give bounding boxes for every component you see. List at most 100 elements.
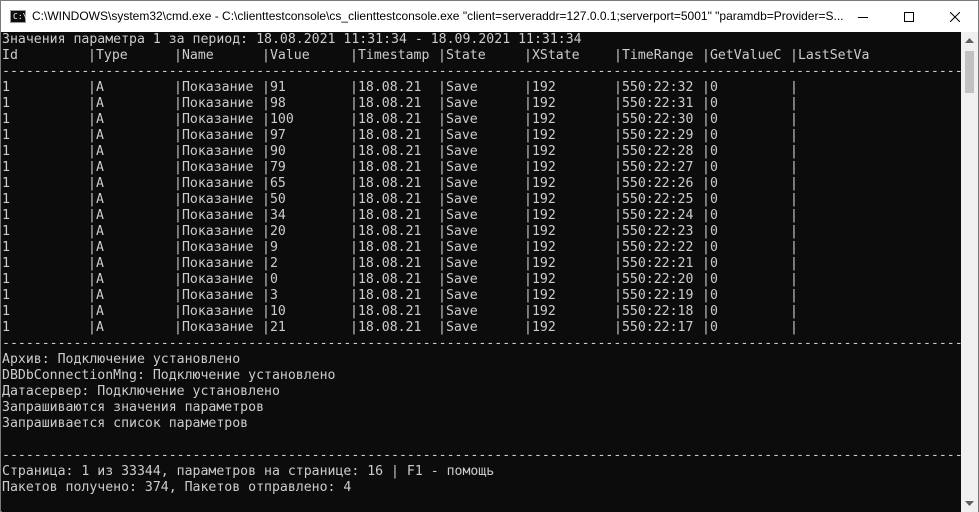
table-cell-3: |2: [262, 256, 278, 271]
table-cell-0: 1: [2, 144, 10, 159]
table-cell-5: |Save: [438, 176, 478, 191]
divider: ----------------------------------------…: [2, 336, 961, 351]
column-header-6: |XState: [524, 48, 580, 63]
table-cell-4: |18.08.21: [350, 288, 422, 303]
table-cell-8: |0: [702, 240, 718, 255]
table-cell-8: |0: [702, 96, 718, 111]
table-cell-0: 1: [2, 304, 10, 319]
column-header-1: |Type: [88, 48, 128, 63]
table-cell-5: |Save: [438, 208, 478, 223]
arrow-up-icon: [965, 38, 974, 43]
table-cell-6: |192: [524, 112, 556, 127]
table-cell-6: |192: [524, 224, 556, 239]
table-cell-7: |550:22:26: [614, 176, 694, 191]
vertical-scrollbar[interactable]: [961, 32, 978, 512]
table-cell-2: |Показание: [174, 320, 254, 335]
table-cell-3: |79: [262, 160, 286, 175]
table-cell-2: |Показание: [174, 176, 254, 191]
table-cell-0: 1: [2, 240, 10, 255]
table-cell-1: |A: [88, 96, 104, 111]
table-cell-6: |192: [524, 128, 556, 143]
table-cell-1: |A: [88, 320, 104, 335]
table-cell-5: |Save: [438, 288, 478, 303]
table-cell-2: |Показание: [174, 288, 254, 303]
column-header-2: |Name: [174, 48, 214, 63]
table-cell-8: |0: [702, 112, 718, 127]
table-cell-5: |Save: [438, 128, 478, 143]
table-cell-3: |21: [262, 320, 286, 335]
scroll-down-button[interactable]: [961, 495, 978, 512]
table-cell-5: |Save: [438, 224, 478, 239]
minimize-icon: [858, 16, 868, 18]
table-cell-2: |Показание: [174, 256, 254, 271]
close-button[interactable]: [932, 1, 978, 32]
table-cell-7: |550:22:18: [614, 304, 694, 319]
table-cell-4: |18.08.21: [350, 256, 422, 271]
table-cell-4: |18.08.21: [350, 304, 422, 319]
table-cell-0: 1: [2, 256, 10, 271]
table-cell-2: |Показание: [174, 160, 254, 175]
table-cell-3: |9: [262, 240, 278, 255]
title-bar[interactable]: C:\ C:\WINDOWS\system32\cmd.exe - C:\cli…: [1, 1, 978, 32]
table-cell-3: |100: [262, 112, 294, 127]
table-cell-2: |Показание: [174, 240, 254, 255]
table-cell-8: |0: [702, 224, 718, 239]
period-heading: Значения параметра 1 за период: 18.08.20…: [2, 32, 582, 47]
table-cell-2: |Показание: [174, 112, 254, 127]
console-window: C:\ C:\WINDOWS\system32\cmd.exe - C:\cli…: [0, 0, 979, 512]
table-cell-4: |18.08.21: [350, 240, 422, 255]
table-cell-1: |A: [88, 208, 104, 223]
table-cell-9: |: [790, 224, 798, 239]
table-cell-0: 1: [2, 272, 10, 287]
table-cell-8: |0: [702, 160, 718, 175]
table-cell-7: |550:22:22: [614, 240, 694, 255]
table-cell-2: |Показание: [174, 192, 254, 207]
table-cell-5: |Save: [438, 80, 478, 95]
table-cell-3: |97: [262, 128, 286, 143]
table-cell-1: |A: [88, 112, 104, 127]
table-cell-9: |: [790, 160, 798, 175]
table-cell-0: 1: [2, 224, 10, 239]
table-cell-5: |Save: [438, 240, 478, 255]
table-cell-6: |192: [524, 256, 556, 271]
maximize-button[interactable]: [886, 1, 932, 32]
table-cell-9: |: [790, 240, 798, 255]
column-header-4: |Timestamp: [350, 48, 430, 63]
table-cell-9: |: [790, 304, 798, 319]
table-cell-2: |Показание: [174, 304, 254, 319]
scroll-up-button[interactable]: [961, 32, 978, 49]
maximize-icon: [904, 11, 914, 22]
table-cell-7: |550:22:21: [614, 256, 694, 271]
table-cell-0: 1: [2, 80, 10, 95]
table-cell-6: |192: [524, 208, 556, 223]
minimize-button[interactable]: [840, 1, 886, 32]
table-cell-3: |90: [262, 144, 286, 159]
table-cell-7: |550:22:30: [614, 112, 694, 127]
scroll-thumb[interactable]: [965, 51, 974, 93]
table-cell-0: 1: [2, 176, 10, 191]
table-cell-6: |192: [524, 144, 556, 159]
column-header-9: |LastSetVa: [790, 48, 870, 63]
table-cell-9: |: [790, 176, 798, 191]
table-cell-4: |18.08.21: [350, 160, 422, 175]
status-line: Запрашивается список параметров: [2, 416, 249, 431]
table-cell-4: |18.08.21: [350, 272, 422, 287]
table-cell-1: |A: [88, 224, 104, 239]
status-line: Датасервер: Подключение установлено: [2, 384, 280, 399]
table-cell-8: |0: [702, 128, 718, 143]
table-cell-9: |: [790, 192, 798, 207]
table-cell-6: |192: [524, 160, 556, 175]
table-cell-2: |Показание: [174, 144, 254, 159]
table-cell-0: 1: [2, 288, 10, 303]
table-cell-5: |Save: [438, 192, 478, 207]
table-cell-8: |0: [702, 176, 718, 191]
table-cell-9: |: [790, 128, 798, 143]
table-cell-1: |A: [88, 176, 104, 191]
table-cell-8: |0: [702, 304, 718, 319]
table-cell-6: |192: [524, 80, 556, 95]
table-cell-7: |550:22:31: [614, 96, 694, 111]
arrow-down-icon: [965, 501, 974, 506]
table-cell-4: |18.08.21: [350, 144, 422, 159]
table-cell-4: |18.08.21: [350, 224, 422, 239]
console-output[interactable]: Значения параметра 1 за период: 18.08.20…: [2, 32, 961, 512]
